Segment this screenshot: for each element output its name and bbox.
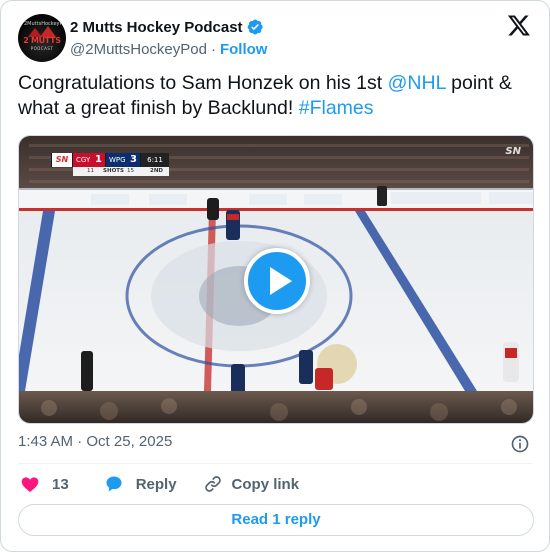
author-handle[interactable]: @2MuttsHockeyPod <box>70 41 207 58</box>
avatar[interactable]: 2MuttsHockeyPodcast.com 2 MUTTS PODCAST <box>18 14 66 62</box>
tweet-time: 1:43 AM <box>18 433 74 450</box>
action-bar: 13 Reply Copy link <box>18 473 299 495</box>
author-display-name[interactable]: 2 Mutts Hockey Podcast <box>70 19 243 36</box>
like-count: 13 <box>52 475 69 493</box>
heart-icon <box>21 477 39 492</box>
play-icon <box>270 267 292 295</box>
reply-bubble-icon <box>106 476 122 492</box>
info-icon[interactable] <box>510 434 530 454</box>
copy-link-button[interactable]: Copy link <box>203 473 300 495</box>
reply-label: Reply <box>135 475 177 493</box>
tweet-header: 2MuttsHockeyPodcast.com 2 MUTTS PODCAST … <box>18 14 535 62</box>
author-name-row: 2 Mutts Hockey Podcast <box>70 17 264 37</box>
game-clock: 6:11 <box>141 153 169 167</box>
home-team: CGY 1 <box>73 153 105 167</box>
copy-link-label: Copy link <box>231 475 300 493</box>
link-icon <box>204 476 221 492</box>
avatar-sub-text: PODCAST <box>30 46 54 51</box>
away-shots: 15 <box>127 168 134 174</box>
home-shots: 11 <box>87 168 94 174</box>
tweet-text: Congratulations to Sam Honzek on his 1st… <box>18 71 534 120</box>
away-score: 3 <box>130 154 137 165</box>
corner-network-logo: SN <box>505 146 521 157</box>
follow-button[interactable]: Follow <box>220 41 268 58</box>
period: 2ND <box>150 168 163 174</box>
divider <box>18 463 532 464</box>
like-button[interactable]: 13 <box>20 473 69 495</box>
tweet-timestamp[interactable]: 1:43 AM · Oct 25, 2025 <box>18 433 172 450</box>
read-replies-button[interactable]: Read 1 reply <box>18 504 534 536</box>
separator-dot: · <box>210 40 216 58</box>
reply-button[interactable]: Reply <box>104 473 177 495</box>
home-score: 1 <box>95 154 102 165</box>
tweet-embed-card: 2MuttsHockeyPodcast.com 2 MUTTS PODCAST … <box>0 0 550 552</box>
x-logo-icon[interactable] <box>507 15 531 37</box>
avatar-main-text: 2 MUTTS <box>23 36 61 45</box>
play-button[interactable] <box>244 248 310 314</box>
away-team-abbr: WPG <box>109 156 126 164</box>
network-logo: SN <box>52 153 72 167</box>
tweet-text-part: Congratulations to Sam Honzek on his 1st <box>18 72 388 94</box>
shots-label: SHOTS <box>103 168 124 174</box>
video-player[interactable]: SN CGY 1 WPG 3 6:11 11 SHOTS 15 2ND SN <box>18 135 534 424</box>
away-team: WPG 3 <box>106 153 140 167</box>
mention-link[interactable]: @NHL <box>388 72 446 94</box>
tweet-date: Oct 25, 2025 <box>86 433 173 450</box>
home-team-abbr: CGY <box>76 156 91 164</box>
scorebug: SN CGY 1 WPG 3 6:11 11 SHOTS 15 2ND <box>51 153 169 178</box>
hashtag-link[interactable]: #Flames <box>299 97 374 119</box>
author-handle-row: @2MuttsHockeyPod · Follow <box>70 40 267 58</box>
verified-badge-icon <box>247 19 263 35</box>
shots-row: 11 SHOTS 15 2ND <box>73 167 169 176</box>
